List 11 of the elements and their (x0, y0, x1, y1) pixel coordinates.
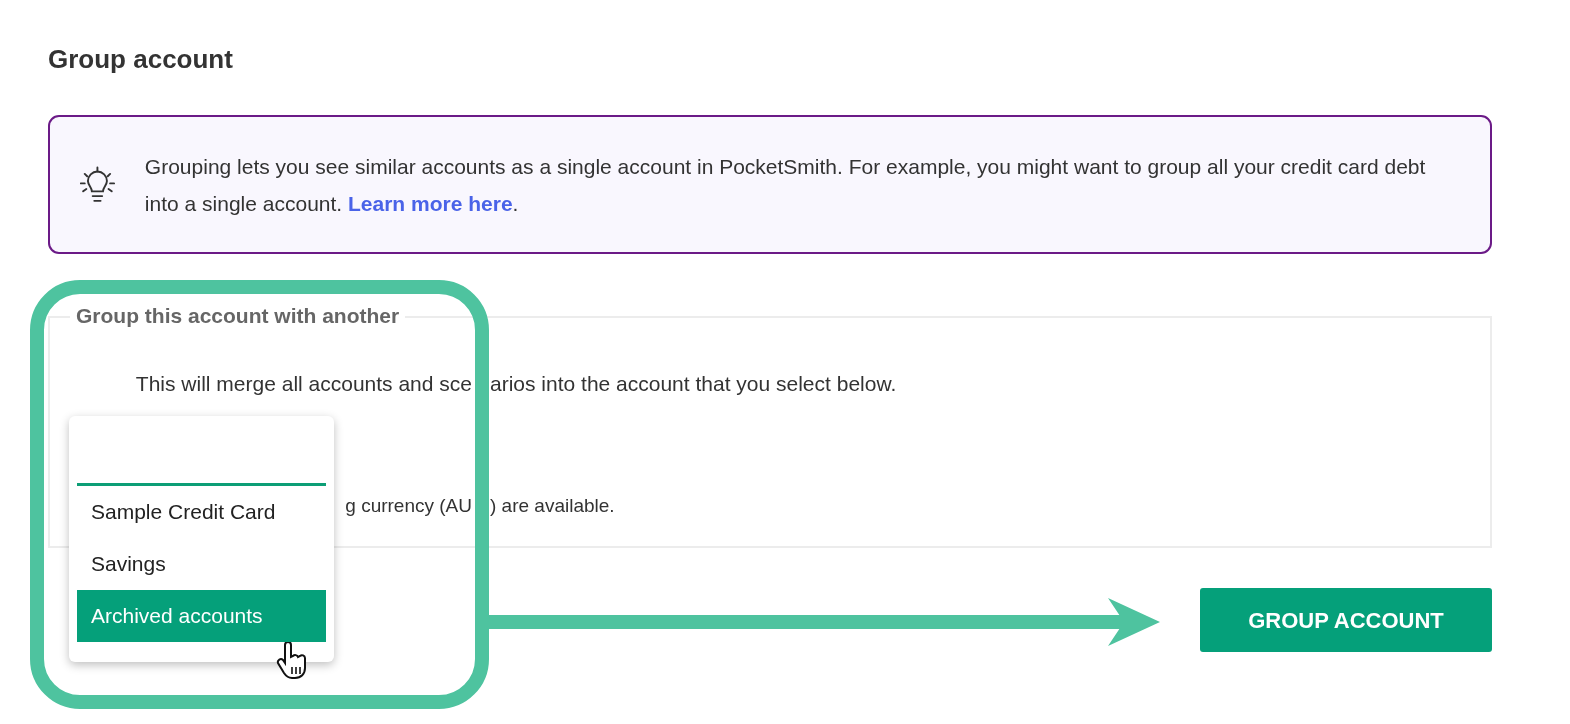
panel-description: arios into the account that you select below. (490, 371, 897, 398)
group-account-button[interactable]: GROUP ACCOUNT (1200, 588, 1492, 653)
dropdown-option[interactable]: Archived accounts (77, 590, 326, 642)
currency-hint: ) are available. (490, 494, 615, 519)
learn-more-link[interactable]: Learn more here (348, 191, 513, 215)
page-title: Group account (48, 44, 234, 76)
currency-hint: g currency (AU (344, 494, 472, 519)
dropdown-option[interactable]: Savings (77, 538, 326, 590)
panel-description: This will merge all accounts and sce (134, 371, 472, 398)
info-text: Grouping lets you see similar accounts as a single account in PocketSmith. For example, you might want to group all your credit card debt into a single account. Learn more here. (144, 153, 1427, 217)
dropdown-option[interactable]: Sample Credit Card (77, 486, 326, 538)
